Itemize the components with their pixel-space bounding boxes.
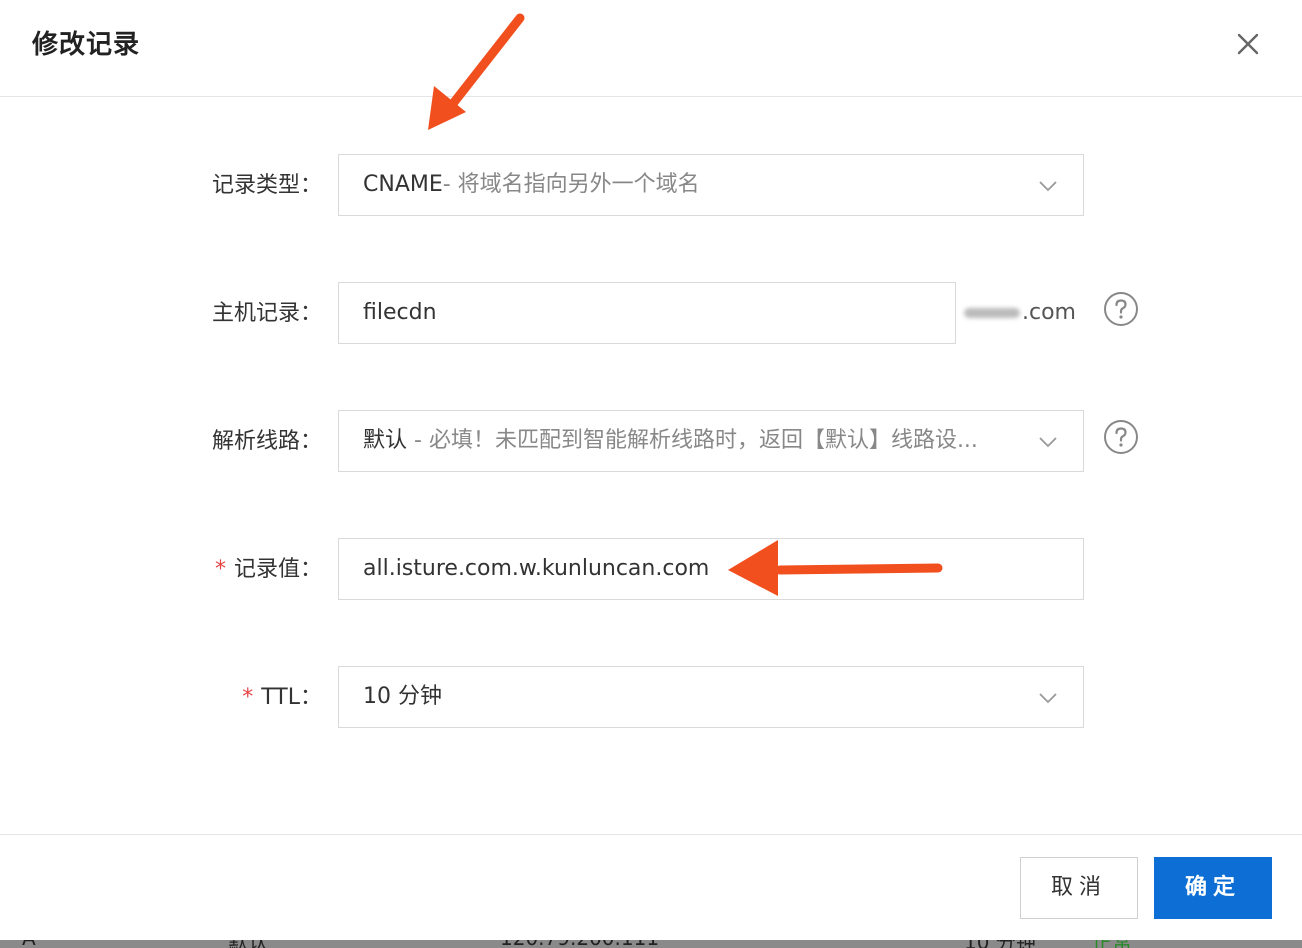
ttl-label-wrap: * TTL： [242,666,322,730]
resolve-line-value: 默认 [363,428,408,453]
edit-record-dialog: 修改记录 记录类型： CNAME- 将域名指向另外一个域名 主机记录： file… [0,0,1302,941]
chevron-down-icon [1037,687,1059,709]
host-record-value: filecdn [363,300,437,325]
question-circle-icon[interactable] [1103,291,1139,327]
host-record-label: 主机记录： [211,301,322,326]
record-type-select[interactable]: CNAME- 将域名指向另外一个域名 [338,154,1084,216]
required-mark: * [242,685,254,710]
record-type-label: 记录类型： [211,173,322,198]
ttl-value: 10 分钟 [363,684,442,709]
record-value-input[interactable]: all.isture.com.w.kunluncan.com [338,538,1084,600]
background-table-row: A 默认 120.79.200.111 10 分钟 正常 [0,940,1302,948]
blurred-domain [964,308,1020,318]
dialog-header: 修改记录 [0,0,1302,97]
bg-value: 120.79.200.111 [500,940,659,948]
question-circle-icon[interactable] [1103,419,1139,455]
host-record-input[interactable]: filecdn [338,282,956,344]
domain-suffix-text: .com [1022,300,1076,325]
bg-ttl: 10 分钟 [964,940,1036,948]
resolve-line-desc: - 必填！未匹配到智能解析线路时，返回【默认】线路设... [407,428,978,453]
cancel-button[interactable]: 取消 [1020,857,1138,919]
record-value-label: 记录值： [233,557,322,582]
record-value-text: all.isture.com.w.kunluncan.com [363,556,710,581]
record-type-value: CNAME [363,172,443,197]
ttl-select[interactable]: 10 分钟 [338,666,1084,728]
resolve-line-select[interactable]: 默认 - 必填！未匹配到智能解析线路时，返回【默认】线路设... [338,410,1084,472]
bg-line: 默认 [228,940,268,948]
bg-record-type: A [22,940,36,948]
record-type-desc: - 将域名指向另外一个域名 [442,172,700,197]
resolve-line-row: 解析线路： 默认 - 必填！未匹配到智能解析线路时，返回【默认】线路设... [0,410,1302,474]
ttl-row: * TTL： 10 分钟 [0,666,1302,730]
chevron-down-icon [1037,431,1059,453]
record-value-row: * 记录值： all.isture.com.w.kunluncan.com [0,538,1302,602]
dialog-title: 修改记录 [32,30,141,60]
close-icon[interactable] [1230,26,1266,62]
chevron-down-icon [1037,175,1059,197]
record-value-label-wrap: * 记录值： [215,538,322,602]
record-type-row: 记录类型： CNAME- 将域名指向另外一个域名 [0,154,1302,218]
required-mark: * [214,557,226,582]
ttl-label: TTL： [261,685,322,710]
resolve-line-label: 解析线路： [211,429,322,454]
bg-status: 正常 [1092,940,1132,948]
confirm-button[interactable]: 确定 [1154,857,1272,919]
domain-suffix: .com [964,282,1076,344]
host-record-row: 主机记录： filecdn .com [0,282,1302,346]
dialog-footer: 取消 确定 [0,834,1302,941]
